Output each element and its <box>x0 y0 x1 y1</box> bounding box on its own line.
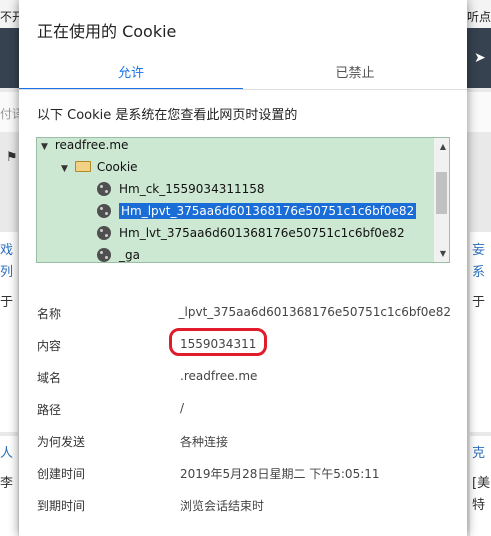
tab-allowed[interactable]: 允许 <box>19 62 243 90</box>
cookie-icon <box>97 204 111 218</box>
background-left-text: 列 <box>0 265 14 280</box>
prop-label-path: 路径 <box>37 403 62 417</box>
prop-value-path: / <box>180 401 185 415</box>
folder-icon <box>74 161 91 172</box>
background-right-text: 于 <box>472 295 486 310</box>
expand-triangle-icon[interactable]: ▼ <box>41 138 51 158</box>
prop-value-domain: .readfree.me <box>180 369 258 383</box>
cookie-name: Hm_lvt_375aa6d601368176e50751c1c6bf0e82 <box>119 226 405 240</box>
prop-label-content: 内容 <box>37 339 62 353</box>
cookie-icon <box>97 248 111 262</box>
scrollbar-thumb[interactable] <box>436 172 447 214</box>
cookie-icon <box>97 226 111 240</box>
tab-divider <box>19 89 467 90</box>
tree-item-cookie[interactable]: _ga <box>97 244 140 262</box>
tab-blocked[interactable]: 已禁止 <box>243 62 467 88</box>
background-left-text: 李 <box>0 476 14 491</box>
background-right-text: 系 <box>472 265 486 280</box>
tree-scrollbar[interactable]: ▲ ▼ <box>434 138 449 262</box>
tree-item-domain[interactable]: ▼ readfree.me <box>41 138 129 158</box>
background-left-text: 戏 <box>0 243 14 258</box>
background-right-text: 克 <box>472 446 486 461</box>
tree-item-cookie-selected[interactable]: Hm_lpvt_375aa6d601368176e50751c1c6bf0e82 <box>97 200 417 222</box>
prop-value-expires: 浏览会话结束时 <box>180 499 265 513</box>
scroll-down-icon[interactable]: ▼ <box>440 249 446 258</box>
tag-icon: ⚑ <box>6 150 18 165</box>
cookie-name: Hm_lpvt_375aa6d601368176e50751c1c6bf0e82 <box>119 203 417 219</box>
tree-item-cookie[interactable]: Hm_ck_1559034311158 <box>97 178 265 200</box>
prop-value-name: Hm_lpvt_375aa6d601368176e50751c1c6bf0e82 <box>178 305 451 319</box>
send-icon: ➤ <box>474 50 486 66</box>
background-left-text: 于 <box>0 295 14 310</box>
cookies-dialog: 正在使用的 Cookie 允许 已禁止 以下 Cookie 是系统在您查看此网页… <box>19 0 467 536</box>
dialog-description: 以下 Cookie 是系统在您查看此网页时设置的 <box>37 108 298 123</box>
prop-label-expires: 到期时间 <box>37 499 86 513</box>
background-right-text: [美 <box>472 476 491 491</box>
dialog-title: 正在使用的 Cookie <box>37 22 177 41</box>
tree-domain-label: readfree.me <box>54 138 129 152</box>
prop-label-name: 名称 <box>37 307 62 321</box>
prop-value-created: 2019年5月28日星期二 下午5:05:11 <box>180 467 380 481</box>
cookie-icon <box>97 182 111 196</box>
prop-label-created: 创建时间 <box>37 467 86 481</box>
expand-triangle-icon[interactable]: ▼ <box>61 158 71 180</box>
tree-item-cookie-folder[interactable]: ▼ Cookie <box>61 156 138 178</box>
prop-value-send-for: 各种连接 <box>180 435 229 449</box>
cookie-name: Hm_ck_1559034311158 <box>119 182 265 196</box>
prop-label-domain: 域名 <box>37 371 62 385</box>
content-highlight-annotation <box>169 328 267 356</box>
cookie-tree[interactable]: ▼ readfree.me ▼ Cookie Hm_ck_15590343111… <box>36 137 450 263</box>
cookie-name: _ga <box>119 248 140 262</box>
tree-item-cookie[interactable]: Hm_lvt_375aa6d601368176e50751c1c6bf0e82 <box>97 222 405 244</box>
background-left-text: 人 <box>0 446 14 461</box>
background-right-text: 妄 <box>472 243 486 258</box>
tree-folder-label: Cookie <box>96 160 138 174</box>
scroll-up-icon[interactable]: ▲ <box>440 142 446 151</box>
background-right-text: 特 <box>472 498 486 513</box>
prop-label-send-for: 为何发送 <box>37 435 86 449</box>
